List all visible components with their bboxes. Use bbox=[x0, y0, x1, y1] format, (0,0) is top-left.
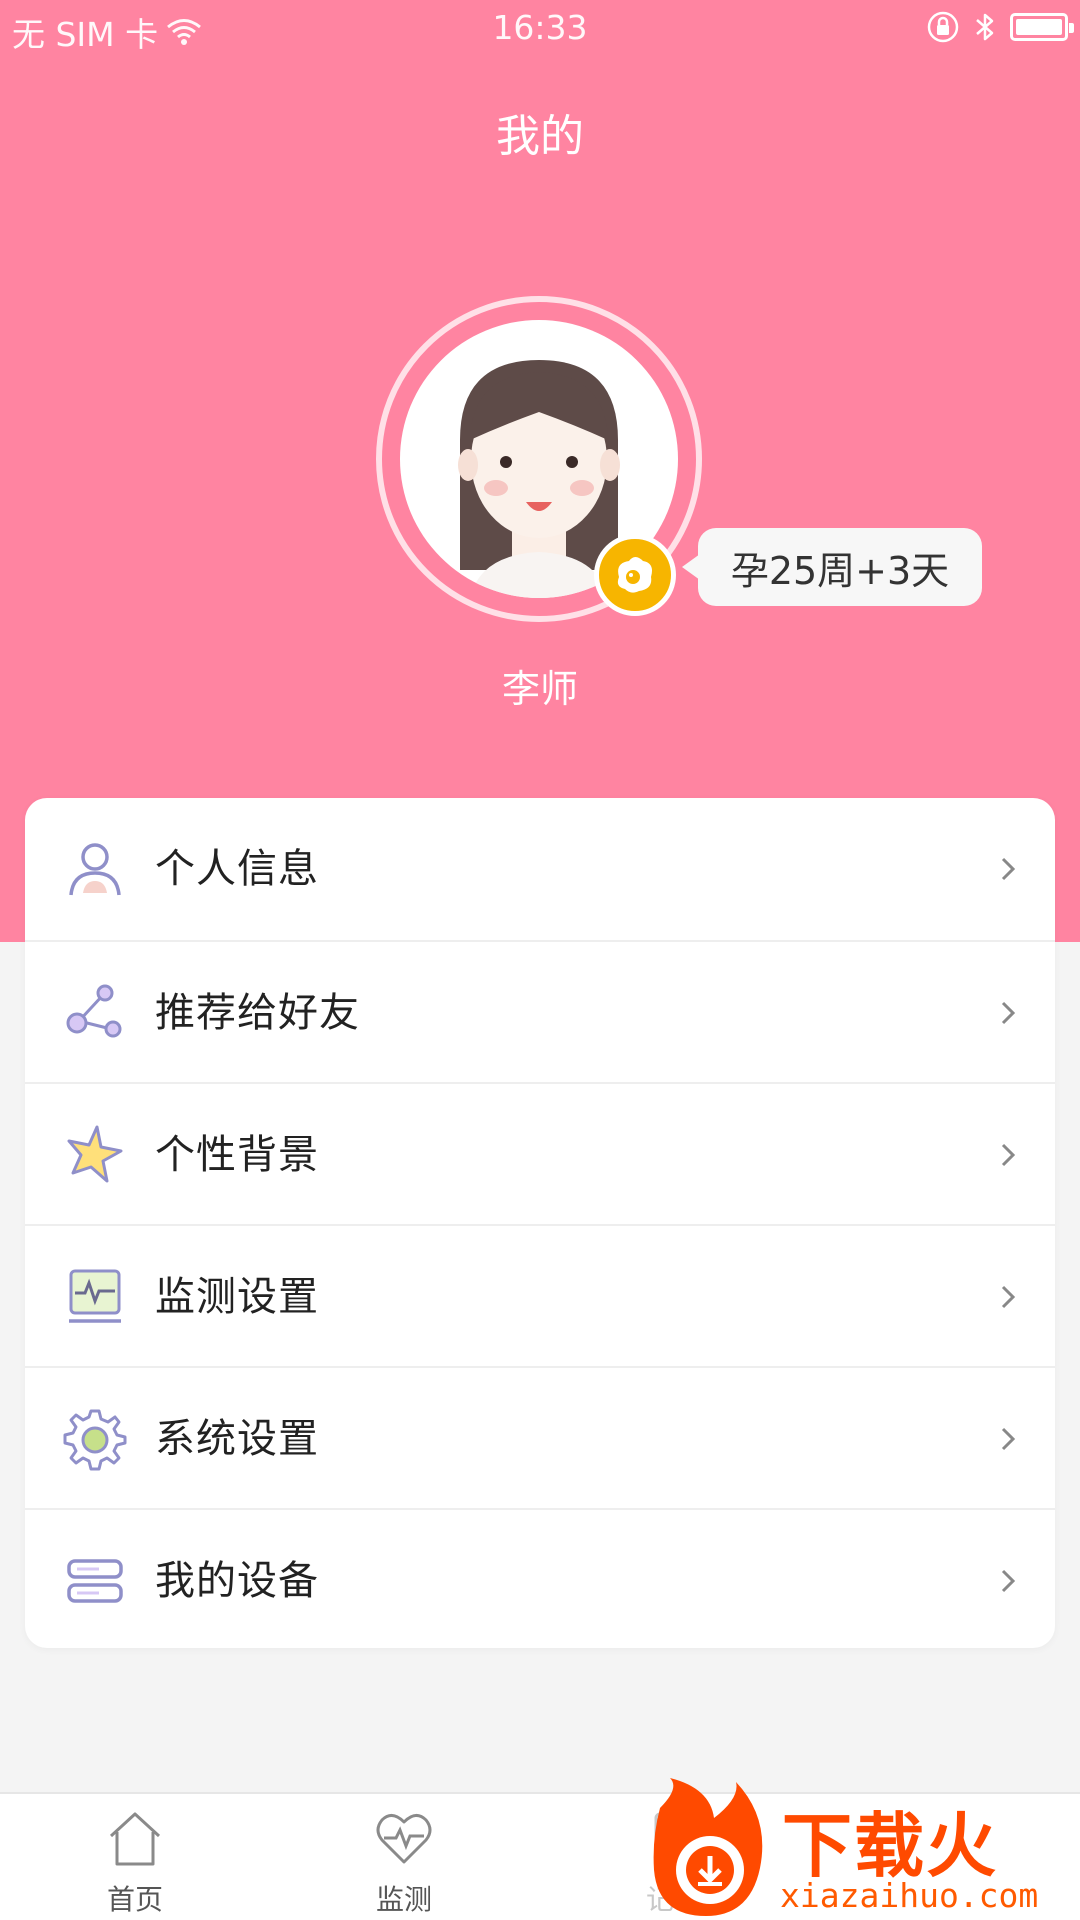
user-name: 李师 bbox=[501, 667, 578, 711]
home-icon bbox=[109, 1812, 161, 1866]
share-icon bbox=[66, 984, 122, 1038]
bluetooth-icon bbox=[976, 13, 994, 41]
menu-label: 个人信息 bbox=[155, 846, 319, 892]
chevron-right-icon bbox=[1001, 1285, 1016, 1309]
chevron-right-icon bbox=[1001, 1569, 1016, 1593]
page-title: 我的 bbox=[496, 111, 584, 162]
battery-icon bbox=[1010, 13, 1074, 41]
chevron-right-icon bbox=[1001, 1143, 1016, 1167]
tab-label: 监测 bbox=[375, 1883, 432, 1916]
pregnancy-badge bbox=[594, 534, 676, 616]
pregnancy-week-bubble: 孕25周+3天 bbox=[682, 528, 982, 606]
menu-item-monitor-settings[interactable]: 监测设置 bbox=[25, 1224, 1055, 1366]
menu-item-recommend-friends[interactable]: 推荐给好友 bbox=[25, 940, 1055, 1082]
status-bar: 无 SIM 卡 16:33 bbox=[0, 0, 1080, 56]
menu-item-system-settings[interactable]: 系统设置 bbox=[25, 1366, 1055, 1508]
status-right bbox=[926, 10, 1074, 44]
flame-logo-icon bbox=[653, 1778, 763, 1916]
chevron-right-icon bbox=[1001, 1001, 1016, 1025]
gear-icon bbox=[63, 1409, 127, 1471]
menu-card: 个人信息 推荐给好友 个性背景 监测设置 系统设置 我的设备 bbox=[25, 798, 1055, 1648]
monitor-icon bbox=[69, 1269, 121, 1323]
menu-label: 个性背景 bbox=[155, 1132, 319, 1178]
status-time: 16:33 bbox=[492, 8, 588, 47]
chevron-right-icon bbox=[1001, 1427, 1016, 1451]
tab-home[interactable]: 首页 bbox=[35, 1794, 235, 1920]
chevron-right-icon bbox=[1001, 857, 1016, 881]
menu-item-personal-info[interactable]: 个人信息 bbox=[25, 798, 1055, 940]
watermark-url: xiazaihuo.com bbox=[780, 1876, 1039, 1915]
rotation-lock-icon bbox=[927, 11, 959, 43]
tab-label: 首页 bbox=[106, 1883, 163, 1916]
watermark-logo: 下载火 xiazaihuo.com bbox=[640, 1778, 1080, 1920]
menu-item-my-devices[interactable]: 我的设备 bbox=[25, 1508, 1055, 1650]
star-icon bbox=[67, 1125, 123, 1183]
egg-icon bbox=[617, 557, 652, 593]
tab-monitor[interactable]: 监测 bbox=[304, 1794, 504, 1920]
menu-label: 监测设置 bbox=[155, 1274, 319, 1320]
menu-label: 系统设置 bbox=[155, 1416, 319, 1462]
heart-pulse-icon bbox=[376, 1814, 432, 1864]
menu-item-custom-background[interactable]: 个性背景 bbox=[25, 1082, 1055, 1224]
menu-label: 我的设备 bbox=[155, 1558, 319, 1604]
menu-label: 推荐给好友 bbox=[155, 990, 360, 1036]
device-icon bbox=[67, 1559, 123, 1603]
person-icon bbox=[69, 843, 121, 896]
